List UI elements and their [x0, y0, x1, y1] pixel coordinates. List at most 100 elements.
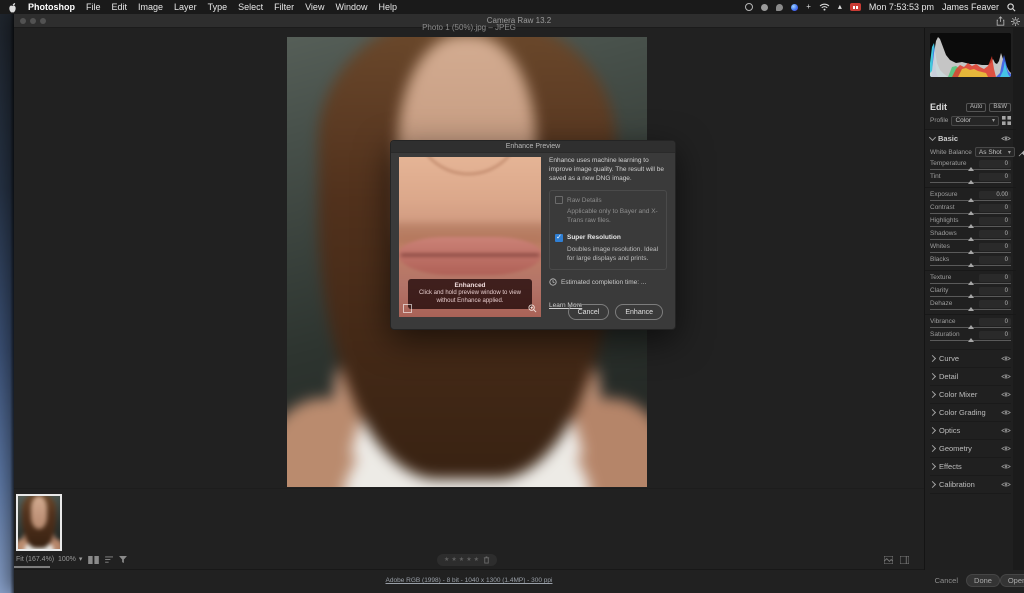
menu-filter[interactable]: Filter	[274, 2, 294, 12]
filmstrip-toggle-icon[interactable]	[900, 556, 909, 564]
slider-track[interactable]	[930, 199, 1011, 202]
slider-value[interactable]: 0	[979, 217, 1011, 225]
star-rating-1[interactable]: ★	[444, 557, 449, 563]
preview-zoom-icon[interactable]	[528, 304, 537, 313]
slider-track[interactable]	[930, 264, 1011, 267]
apple-menu-icon[interactable]	[8, 2, 17, 13]
slider-value[interactable]: 0	[979, 331, 1011, 339]
done-button[interactable]: Done	[966, 574, 1000, 587]
slider-track[interactable]	[930, 251, 1011, 254]
star-rating-5[interactable]: ★	[474, 557, 479, 563]
record-status-icon[interactable]	[745, 3, 753, 11]
app-badge-icon[interactable]	[850, 3, 861, 11]
siri-icon[interactable]	[791, 4, 798, 11]
star-rating-3[interactable]: ★	[459, 557, 464, 563]
film-grid-icon[interactable]	[88, 556, 99, 564]
basic-section-header[interactable]: Basic	[930, 133, 1011, 144]
dialog-enhance-button[interactable]: Enhance	[615, 304, 663, 320]
slider-track[interactable]	[930, 282, 1011, 285]
menu-image[interactable]: Image	[138, 2, 163, 12]
dialog-cancel-button[interactable]: Cancel	[568, 304, 610, 320]
slider-thumb[interactable]	[968, 307, 974, 311]
star-rating-2[interactable]: ★	[451, 557, 456, 563]
menu-bar-clock[interactable]: Mon 7:53:53 pm	[869, 2, 934, 12]
slider-thumb[interactable]	[968, 167, 974, 171]
slider-thumb[interactable]	[968, 237, 974, 241]
eye-icon[interactable]	[1001, 373, 1011, 380]
slider-thumb[interactable]	[968, 338, 974, 342]
menu-edit[interactable]: Edit	[112, 2, 128, 12]
slider-thumb[interactable]	[968, 325, 974, 329]
slider-value[interactable]: 0	[979, 318, 1011, 326]
raw-details-checkbox[interactable]	[555, 196, 563, 204]
section-calibration[interactable]: Calibration	[930, 475, 1011, 494]
panel-scrollbar-gutter[interactable]	[1013, 28, 1024, 570]
slider-thumb[interactable]	[968, 211, 974, 215]
menu-select[interactable]: Select	[238, 2, 263, 12]
section-detail[interactable]: Detail	[930, 367, 1011, 385]
slider-value[interactable]: 0	[979, 160, 1011, 168]
slider-value[interactable]: 0	[979, 204, 1011, 212]
bw-button[interactable]: B&W	[989, 103, 1011, 112]
settings-gear-icon[interactable]	[1011, 17, 1020, 26]
open-button[interactable]: Open	[1000, 574, 1024, 587]
menu-type[interactable]: Type	[208, 2, 228, 12]
slider-value[interactable]: 0	[979, 173, 1011, 181]
slider-track[interactable]	[930, 326, 1011, 329]
cancel-button[interactable]: Cancel	[935, 576, 958, 585]
slider-track[interactable]	[930, 181, 1011, 184]
fit-zoom-label[interactable]: Fit (167.4%)	[16, 556, 54, 563]
slider-thumb[interactable]	[968, 180, 974, 184]
slider-track[interactable]	[930, 295, 1011, 298]
filter-funnel-icon[interactable]	[119, 556, 127, 563]
eye-icon[interactable]	[1001, 427, 1011, 434]
slider-value[interactable]: 0	[979, 256, 1011, 264]
notification-icon[interactable]	[776, 4, 783, 11]
wifi-icon[interactable]	[819, 3, 830, 11]
super-resolution-checkbox[interactable]: ✓	[555, 234, 563, 242]
menu-view[interactable]: View	[305, 2, 324, 12]
zoom-slider[interactable]	[14, 566, 50, 568]
eyedropper-icon[interactable]	[1018, 148, 1024, 157]
star-rating-4[interactable]: ★	[466, 557, 471, 563]
eye-icon[interactable]	[1001, 463, 1011, 470]
slider-thumb[interactable]	[968, 281, 974, 285]
enhance-preview-image[interactable]: Enhanced Click and hold preview window t…	[399, 157, 541, 317]
menu-app-name[interactable]: Photoshop	[28, 2, 75, 12]
delete-trash-icon[interactable]	[483, 556, 490, 564]
eye-icon[interactable]	[1001, 391, 1011, 398]
eye-icon[interactable]	[1001, 355, 1011, 362]
sort-order-icon[interactable]	[105, 556, 114, 563]
eye-icon[interactable]	[1001, 135, 1011, 142]
eye-icon[interactable]	[1001, 481, 1011, 488]
menu-file[interactable]: File	[86, 2, 101, 12]
slider-track[interactable]	[930, 238, 1011, 241]
slider-value[interactable]: 0	[979, 243, 1011, 251]
slider-value[interactable]: 0	[979, 300, 1011, 308]
slider-thumb[interactable]	[968, 294, 974, 298]
section-geometry[interactable]: Geometry	[930, 439, 1011, 457]
slider-track[interactable]	[930, 339, 1011, 342]
filmstrip-thumbnail[interactable]	[16, 494, 62, 551]
slider-value[interactable]: 0	[979, 274, 1011, 282]
slider-thumb[interactable]	[968, 250, 974, 254]
section-effects[interactable]: Effects	[930, 457, 1011, 475]
input-source-icon[interactable]: +	[806, 3, 811, 11]
zoom-level-dropdown[interactable]: 100% ▾	[58, 555, 82, 563]
slider-value[interactable]: 0	[979, 230, 1011, 238]
histogram[interactable]	[930, 33, 1011, 77]
grid-view-icon[interactable]	[884, 556, 893, 564]
auto-button[interactable]: Auto	[966, 103, 986, 112]
section-curve[interactable]: Curve	[930, 349, 1011, 367]
eye-icon[interactable]	[1001, 409, 1011, 416]
section-color-grading[interactable]: Color Grading	[930, 403, 1011, 421]
menu-layer[interactable]: Layer	[174, 2, 197, 12]
section-color-mixer[interactable]: Color Mixer	[930, 385, 1011, 403]
section-optics[interactable]: Optics	[930, 421, 1011, 439]
profile-browser-icon[interactable]	[1002, 116, 1011, 125]
spotlight-search-icon[interactable]	[1007, 3, 1016, 12]
white-balance-dropdown[interactable]: As Shot ▾	[975, 147, 1015, 157]
menu-bar-user[interactable]: James Feaver	[942, 2, 999, 12]
profile-dropdown[interactable]: Color ▾	[951, 116, 999, 126]
eye-icon[interactable]	[1001, 445, 1011, 452]
